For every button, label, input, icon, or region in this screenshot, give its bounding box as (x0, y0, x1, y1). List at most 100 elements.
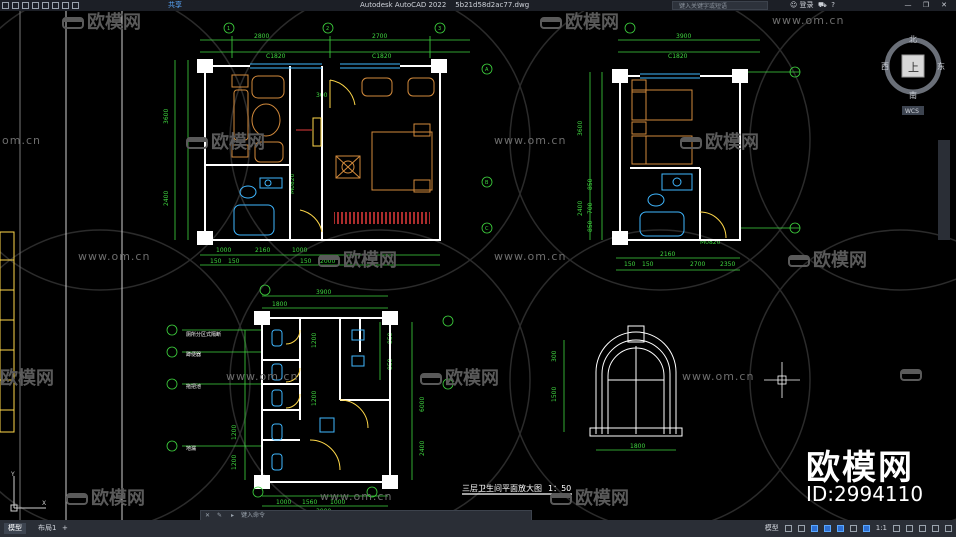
compass-south[interactable]: 南 (909, 90, 917, 100)
plus-icon[interactable] (906, 525, 913, 532)
lineweight-icon[interactable] (849, 525, 857, 532)
plan-2-door-swings (699, 211, 727, 239)
model-space-label[interactable]: 模型 (765, 520, 779, 537)
svg-text:150: 150 (228, 258, 240, 265)
ucs-icon: Y X (10, 471, 46, 512)
svg-text:150: 150 (642, 261, 654, 268)
note-floor-drain: 地漏 (186, 445, 196, 452)
svg-text:C1820: C1820 (668, 53, 688, 60)
title-bar: 共享 Autodesk AutoCAD 2022 5b21d58d2ac77.d… (0, 0, 956, 11)
plan-2-windows (640, 73, 700, 79)
svg-text:1800: 1800 (272, 301, 287, 308)
svg-text:3600: 3600 (577, 121, 584, 136)
viewcube-top-label: 上 (908, 61, 919, 74)
minimize-button[interactable]: — (900, 0, 916, 11)
compass-north[interactable]: 北 (909, 35, 917, 44)
svg-text:C1820: C1820 (372, 53, 392, 60)
undo-icon[interactable] (62, 2, 69, 9)
compass-west[interactable]: 西 (881, 62, 889, 71)
isolate-icon[interactable] (919, 525, 926, 532)
svg-text:2400: 2400 (419, 441, 426, 456)
plan-3-walls (254, 311, 398, 489)
login-button[interactable]: ☺ 登录 ⛟ ? (790, 0, 835, 11)
plan-2-dim-text: 3900 C1820 3600 2400 850 700 850 2160 2700… (577, 33, 735, 268)
grid-label-a: A (485, 67, 489, 73)
app-menu-icon[interactable] (2, 2, 9, 9)
user-icon: ☺ (790, 1, 798, 9)
plan-1: 2800 2700 C1820 C1820 3600 2400 2160 1000 10… (163, 33, 470, 266)
wcs-label: WCS (905, 108, 919, 115)
svg-text:2700: 2700 (372, 33, 387, 40)
redo-icon[interactable] (72, 2, 79, 9)
svg-text:2400: 2400 (577, 201, 584, 216)
annotation-scale[interactable]: 1:1 (876, 520, 887, 537)
svg-text:2400: 2400 (163, 191, 170, 206)
save-icon[interactable] (32, 2, 39, 9)
grid-label-2: 2 (326, 26, 329, 32)
svg-text:3600: 3600 (163, 109, 170, 124)
help-icon[interactable]: ? (829, 1, 835, 9)
window-elevation: 300 1500 1800 (551, 325, 683, 451)
tab-model[interactable]: 模型 (4, 523, 26, 534)
svg-text:2160: 2160 (660, 251, 675, 258)
ortho-icon[interactable] (810, 525, 818, 532)
svg-text:1200: 1200 (311, 333, 318, 348)
add-layout-button[interactable]: + (58, 523, 72, 534)
tab-layout1[interactable]: 布局1 (34, 523, 60, 534)
close-button[interactable]: ✕ (936, 0, 952, 11)
plot-icon[interactable] (52, 2, 59, 9)
svg-text:3900: 3900 (676, 33, 691, 40)
osnap-icon[interactable] (836, 525, 844, 532)
grid-icon[interactable] (784, 525, 792, 532)
window-dimensions (563, 340, 676, 451)
window-dim-text: 300 1500 1800 (551, 350, 645, 450)
svg-text:1000: 1000 (292, 247, 307, 254)
navigation-bar[interactable] (938, 140, 950, 240)
svg-text:2700: 2700 (690, 261, 705, 268)
svg-text:Y: Y (10, 471, 15, 478)
svg-text:700: 700 (587, 202, 594, 214)
svg-text:6000: 6000 (419, 397, 426, 412)
svg-text:2800: 2800 (254, 33, 269, 40)
plan-3-scale: 1：50 (548, 484, 571, 493)
quick-access-toolbar (2, 0, 79, 11)
note-partition: 厕所分区式隔断 (186, 331, 221, 338)
plan-1-furniture (231, 74, 435, 193)
svg-text:1200: 1200 (311, 391, 318, 406)
svg-text:C1820: C1820 (266, 53, 286, 60)
gear-icon[interactable] (893, 525, 900, 532)
open-icon[interactable] (22, 2, 29, 9)
plan-1-windows (250, 63, 400, 69)
window-outline (589, 325, 683, 437)
annotation-icon[interactable] (862, 525, 870, 532)
svg-text:1200: 1200 (231, 425, 238, 440)
plan-2-furniture (631, 79, 693, 165)
svg-text:1800: 1800 (630, 443, 645, 450)
snap-icon[interactable] (797, 525, 805, 532)
maximize-button[interactable]: ❐ (918, 0, 934, 11)
svg-text:3900: 3900 (316, 289, 331, 296)
svg-text:150: 150 (210, 258, 222, 265)
polar-icon[interactable] (823, 525, 831, 532)
saveas-icon[interactable] (42, 2, 49, 9)
cart-icon[interactable]: ⛟ (816, 1, 827, 9)
svg-text:1500: 1500 (551, 387, 558, 402)
viewcube[interactable]: 上 北 南 东 西 WCS (880, 30, 950, 120)
crosshair-cursor (764, 362, 800, 398)
grid-label-3: 3 (438, 26, 441, 32)
note-squat-toilet: 蹲便器 (186, 351, 201, 358)
plan-3-title: 三层卫生间平面放大图 (462, 483, 542, 493)
new-icon[interactable] (12, 2, 19, 9)
menu-icon[interactable] (945, 525, 952, 532)
fullscreen-icon[interactable] (932, 525, 939, 532)
grid-label-1: 1 (227, 26, 230, 32)
search-input[interactable]: 键入关键字或短语 (672, 1, 768, 10)
svg-text:850: 850 (587, 178, 594, 190)
svg-text:2000: 2000 (320, 258, 335, 265)
compass-east[interactable]: 东 (937, 61, 945, 71)
file-name: 5b21d58d2ac77.dwg (455, 1, 530, 9)
login-label: 登录 (799, 1, 814, 9)
plan-2: 3900 C1820 3600 2400 850 700 850 2160 2700… (577, 33, 800, 271)
share-button[interactable]: 共享 (168, 0, 182, 11)
svg-text:1200: 1200 (231, 455, 238, 470)
